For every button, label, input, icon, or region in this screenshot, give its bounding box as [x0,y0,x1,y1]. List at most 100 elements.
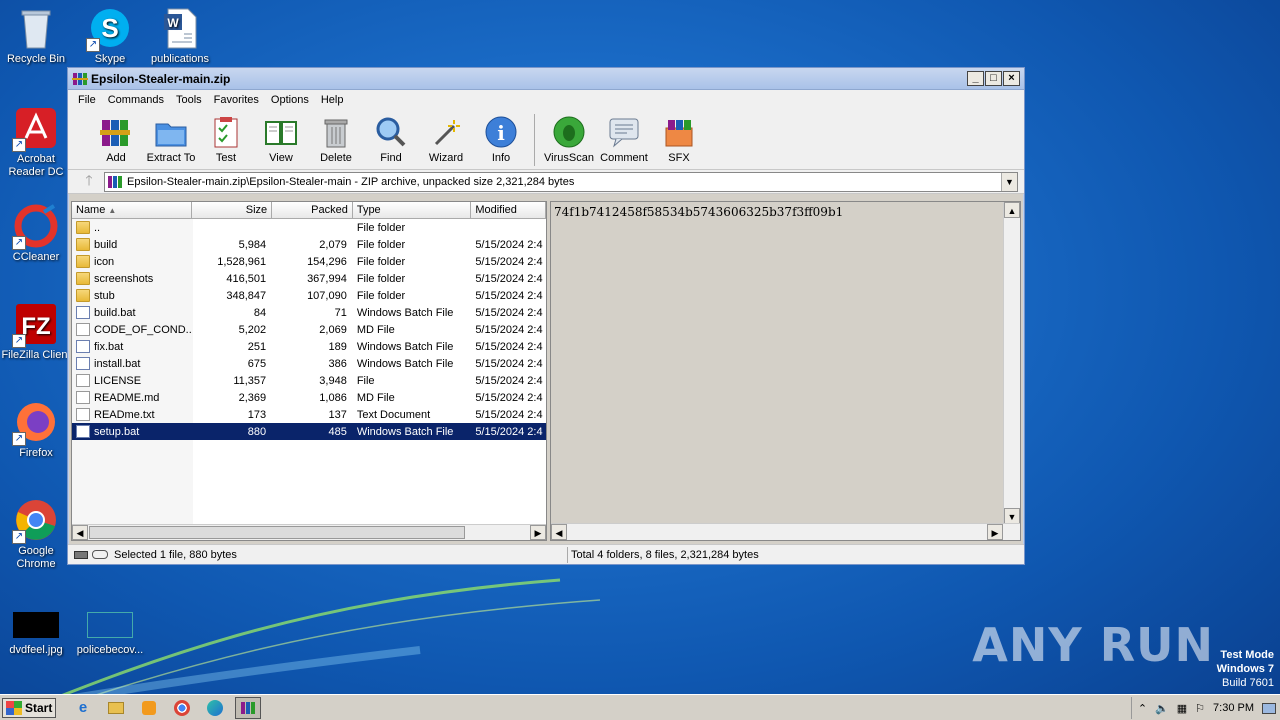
scroll-up-icon[interactable]: ▲ [1004,202,1020,218]
file-row[interactable]: build.bat 84 71 Windows Batch File 5/15/2024… [72,304,546,321]
file-row[interactable]: screenshots 416,501 367,994 File folder 5/15… [72,270,546,287]
taskbar-winrar[interactable] [235,696,261,719]
file-type: MD File [356,391,395,404]
menu-tools[interactable]: Tools [170,94,208,106]
file-row[interactable]: fix.bat 251 189 Windows Batch File 5/15/2024… [72,338,546,355]
taskbar-edge[interactable] [202,697,228,719]
key-icon[interactable] [92,550,108,559]
desktop-icon-firefox[interactable]: ↗ Firefox [0,400,74,460]
file-modified: 5/15/2024 2:4 [475,255,543,268]
file-size: 84 [253,306,267,319]
file-size: 1,528,961 [217,255,267,268]
info-button[interactable]: i Info [473,114,529,164]
find-button[interactable]: Find [363,114,419,164]
horizontal-scrollbar[interactable]: ◀ ▶ [72,524,546,540]
taskbar-media-player[interactable] [136,697,162,719]
status-selected: Selected 1 file, 880 bytes [114,548,237,561]
menu-options[interactable]: Options [265,94,315,106]
view-label: View [269,152,293,164]
shortcut-arrow-icon: ↗ [86,38,100,52]
menu-favorites[interactable]: Favorites [208,94,265,106]
scroll-left-icon[interactable]: ◀ [551,524,567,540]
virusscan-button[interactable]: VirusScan [541,114,597,164]
minimize-button[interactable]: _ [967,71,984,86]
file-name: CODE_OF_COND... [72,323,192,336]
path-field[interactable]: Epsilon-Stealer-main.zip\Epsilon-Stealer… [104,171,1018,192]
desktop-icon-dvdfeel[interactable]: dvdfeel.jpg [0,612,74,657]
delete-button[interactable]: Delete [308,114,364,164]
file-type: File folder [356,238,406,251]
maximize-button[interactable]: □ [985,71,1002,86]
file-row[interactable]: icon 1,528,961 154,296 File folder 5/15/2024… [72,253,546,270]
desktop-icon-chrome[interactable]: ↗ Google Chrome [0,498,74,571]
up-arrow-icon[interactable]: 🡑 [74,170,104,194]
file-row[interactable]: README.md 2,369 1,086 MD File 5/15/2024 2:4 [72,389,546,406]
build-text: Build 7601 [1222,677,1274,689]
file-row[interactable]: build 5,984 2,079 File folder 5/15/2024 2:4 [72,236,546,253]
desktop-icon-filezilla[interactable]: FZ ↗ FileZilla Client [0,302,74,362]
column-size[interactable]: Size [192,202,273,218]
file-row[interactable]: LICENSE 11,357 3,948 File 5/15/2024 2:4 [72,372,546,389]
file-row[interactable]: stub 348,847 107,090 File folder 5/15/2024 2… [72,287,546,304]
file-row[interactable]: .. File folder [72,219,546,236]
file-name: READme.txt [72,408,192,421]
test-button[interactable]: Test [198,114,254,164]
extract-to-button[interactable]: Extract To [143,114,199,164]
column-type[interactable]: Type [353,202,472,218]
file-modified: 5/15/2024 2:4 [475,289,543,302]
close-button[interactable]: × [1003,71,1020,86]
comment-button[interactable]: Comment [596,114,652,164]
column-modified[interactable]: Modified [471,202,546,218]
file-name-text: screenshots [94,272,154,285]
path-text: Epsilon-Stealer-main.zip\Epsilon-Stealer… [127,175,575,188]
taskbar-ie[interactable]: e [70,697,96,719]
scroll-right-icon[interactable]: ▶ [987,524,1003,540]
desktop-icon-publications[interactable]: W publications [142,6,218,66]
file-row[interactable]: READme.txt 173 137 Text Document 5/15/2024 2… [72,406,546,423]
chrome-icon [174,699,190,716]
title-bar[interactable]: Epsilon-Stealer-main.zip _ □ × [68,68,1024,90]
desktop-icon-label: Acrobat Reader DC [8,153,64,178]
start-button[interactable]: Start [2,697,56,718]
show-desktop-icon[interactable] [1262,702,1276,714]
file-size: 5,984 [238,238,267,251]
desktop-icon-label: FileZilla Client [1,349,71,361]
file-packed: 367,994 [307,272,347,285]
sfx-button[interactable]: SFX [651,114,707,164]
file-row[interactable]: setup.bat 880 485 Windows Batch File 5/15/20… [72,423,546,440]
wizard-button[interactable]: Wizard [418,114,474,164]
vertical-scrollbar[interactable]: ▲ ▼ [1003,202,1020,524]
action-center-flag-icon[interactable]: ⚐ [1195,702,1205,715]
column-packed[interactable]: Packed [272,202,353,218]
scroll-down-icon[interactable]: ▼ [1004,508,1020,524]
menu-commands[interactable]: Commands [102,94,170,106]
desktop-icon-skype[interactable]: S ↗ Skype [72,6,148,66]
view-button[interactable]: View [253,114,309,164]
add-button[interactable]: Add [88,114,144,164]
file-size: 5,202 [238,323,267,336]
desktop-icon-ccleaner[interactable]: ↗ CCleaner [0,204,74,264]
menu-help[interactable]: Help [315,94,350,106]
clock[interactable]: 7:30 PM [1213,702,1254,714]
column-name[interactable]: Name ▲ [72,202,193,218]
taskbar-chrome[interactable] [169,697,195,719]
scroll-right-icon[interactable]: ▶ [530,525,546,540]
file-row[interactable]: CODE_OF_COND... 5,202 2,069 MD File 5/15/202… [72,321,546,338]
network-icon[interactable]: ▦ [1177,702,1187,715]
desktop-icon-acrobat[interactable]: ↗ Acrobat Reader DC [0,106,74,179]
scroll-left-icon[interactable]: ◀ [72,525,88,540]
archive-comment: 74f1b7412458f58534b5743606325b37f3ff09b1 [554,205,844,219]
file-name: LICENSE [72,374,192,387]
winrar-window: Epsilon-Stealer-main.zip _ □ × File Comm… [67,67,1025,565]
volume-icon[interactable]: 🔈 [1155,702,1169,715]
desktop-icon-recycle-bin[interactable]: Recycle Bin [0,6,74,66]
menu-file[interactable]: File [72,94,102,106]
show-hidden-icons-icon[interactable]: ⌃ [1138,702,1147,715]
preview-horizontal-scrollbar[interactable]: ◀ ▶ [551,523,1020,540]
chevron-down-icon[interactable]: ▼ [1001,172,1017,191]
status-total: Total 4 folders, 8 files, 2,321,284 byte… [571,548,759,561]
taskbar-explorer[interactable] [103,697,129,719]
desktop-icon-policebecov[interactable]: policebecov... [72,612,148,657]
scroll-thumb[interactable] [89,526,465,539]
file-row[interactable]: install.bat 675 386 Windows Batch File 5/15/… [72,355,546,372]
